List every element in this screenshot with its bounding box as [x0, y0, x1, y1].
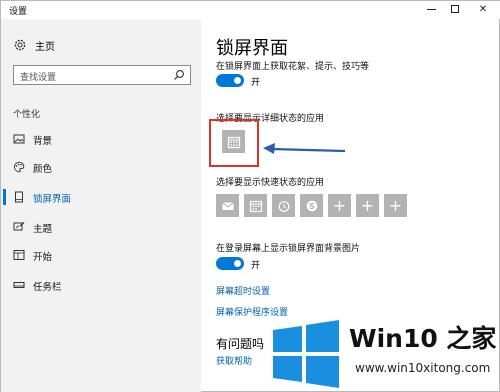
sidebar-home[interactable]: 主页 — [13, 37, 55, 53]
sidebar-item-label: 锁屏界面 — [33, 194, 72, 205]
fun-facts-label: 在锁屏界面上获取花絮、提示、技巧等 — [216, 62, 370, 72]
start-icon — [13, 250, 25, 260]
sidebar-item-start[interactable]: 开始 — [1, 245, 201, 265]
quick-status-app-skype[interactable]: S — [300, 194, 323, 217]
window-title: 设置 — [9, 7, 28, 17]
alarm-icon — [278, 200, 289, 212]
active-indicator — [3, 189, 6, 205]
plus-icon: + — [360, 195, 375, 215]
quick-status-add-slot[interactable]: + — [328, 194, 351, 217]
title-bar: 设置 ✕ — [1, 1, 500, 19]
quick-status-add-slot[interactable]: + — [384, 194, 407, 217]
maximize-button[interactable] — [443, 1, 467, 19]
search-input[interactable]: 查找设置 — [13, 65, 191, 85]
calendar-icon — [249, 200, 262, 212]
mail-icon — [221, 201, 234, 210]
toggle-knob — [234, 260, 241, 267]
gear-icon — [14, 39, 26, 51]
sidebar: 主页 查找设置 个性化 背景 颜色 锁屏界面 主题 开始 任务栏 — [1, 19, 201, 392]
windows-logo-icon — [273, 320, 339, 388]
section-header: 个性化 — [13, 110, 41, 120]
maximize-icon — [451, 5, 459, 13]
pointer-arrow — [263, 143, 346, 154]
sidebar-item-label: 开始 — [33, 252, 53, 263]
plus-icon: + — [388, 195, 403, 215]
close-button[interactable]: ✕ — [471, 1, 495, 19]
quick-status-add-slot[interactable]: + — [356, 194, 379, 217]
image-icon — [13, 134, 25, 144]
sidebar-item-lock-screen[interactable]: 锁屏界面 — [1, 187, 201, 207]
screen-timeout-link[interactable]: 屏幕超时设置 — [216, 284, 270, 297]
lock-screen-icon — [15, 191, 23, 203]
minimize-icon — [426, 8, 436, 10]
question-title: 有问题吗 — [216, 337, 265, 351]
sidebar-item-label: 颜色 — [33, 164, 53, 175]
sidebar-item-label: 主题 — [33, 224, 53, 235]
svg-text:S: S — [309, 202, 315, 211]
page-title: 锁屏界面 — [216, 38, 288, 59]
search-placeholder: 查找设置 — [20, 73, 57, 83]
skype-icon: S — [306, 200, 317, 211]
fun-facts-toggle[interactable] — [216, 74, 244, 87]
taskbar-icon — [13, 282, 25, 288]
quick-status-label: 选择要显示快速状态的应用 — [216, 178, 325, 188]
fun-facts-toggle-state: 开 — [251, 78, 261, 88]
sidebar-item-themes[interactable]: 主题 — [1, 217, 201, 237]
sidebar-item-background[interactable]: 背景 — [1, 129, 201, 149]
quick-status-app-alarms[interactable] — [272, 194, 295, 217]
search-icon[interactable] — [173, 69, 185, 81]
plus-icon: + — [332, 195, 347, 215]
quick-status-app-calendar[interactable] — [244, 194, 267, 217]
highlight-box — [209, 119, 259, 167]
watermark: Win10 之家 www.win10xitong.com — [269, 317, 500, 392]
sidebar-item-colors[interactable]: 颜色 — [1, 157, 201, 177]
toggle-knob — [234, 77, 241, 84]
watermark-url: www.win10xitong.com — [355, 361, 491, 375]
home-label: 主页 — [35, 41, 55, 53]
quick-status-app-mail[interactable] — [216, 194, 239, 217]
palette-icon — [14, 161, 25, 173]
minimize-button[interactable] — [419, 1, 443, 19]
sidebar-item-taskbar[interactable]: 任务栏 — [1, 275, 201, 295]
signin-background-label: 在登录屏幕上显示锁屏界面背景图片 — [216, 244, 361, 254]
watermark-title: Win10 之家 — [349, 324, 497, 353]
signin-background-toggle[interactable] — [216, 257, 244, 270]
signin-background-toggle-state: 开 — [251, 261, 261, 271]
theme-icon — [13, 222, 25, 231]
settings-window: 设置 ✕ 主页 查找设置 个性化 背景 颜色 锁屏界面 主题 开始 任务栏 锁屏… — [0, 0, 500, 392]
get-help-link[interactable]: 获取帮助 — [216, 354, 252, 367]
sidebar-item-label: 背景 — [33, 136, 53, 147]
sidebar-item-label: 任务栏 — [33, 282, 62, 293]
